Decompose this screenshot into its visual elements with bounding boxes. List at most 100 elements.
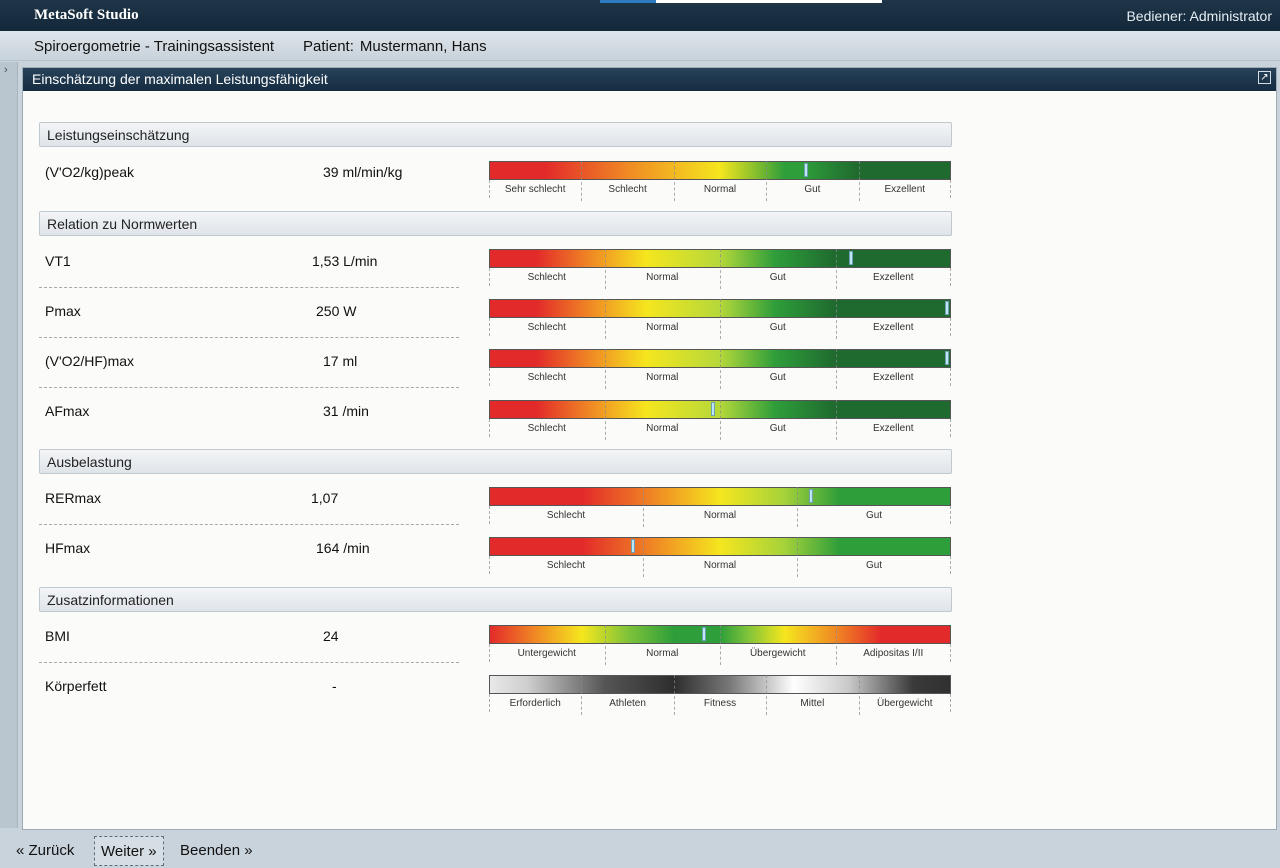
gauge-segment-label: Normal [703, 184, 737, 195]
gauge-segment-label: Sehr schlecht [504, 184, 566, 195]
gauge-divider [489, 368, 490, 386]
rating-gauge: Erforderlich Athleten Fitness Mittel Übergew… [489, 675, 951, 715]
metric-row: (V'O2/kg)peak 39 ml/min/kg [39, 149, 459, 199]
finish-button[interactable]: Beenden » [174, 836, 259, 866]
gauge-segment-label: Normal [646, 648, 679, 659]
title-accent-light [656, 0, 882, 3]
gauge-segment-label: Fitness [703, 698, 737, 709]
gauge-divider [766, 161, 768, 201]
gauge-marker [701, 627, 706, 641]
metric-row: Pmax 250 W [39, 288, 459, 338]
gauge-divider [950, 368, 951, 386]
gauge-divider [950, 419, 951, 437]
gauge-bar [489, 537, 951, 556]
section-ausbelastung: Ausbelastung [39, 449, 952, 474]
gauge-segment-label: Gut [769, 322, 786, 333]
section-leistungseinschaetzung: Leistungseinschätzung [39, 122, 952, 147]
rating-gauge: Schlecht Normal Gut Exzellent [489, 400, 951, 440]
assessment-panel: Einschätzung der maximalen Leistungsfähi… [22, 67, 1277, 830]
gauge-divider [581, 675, 583, 715]
gauge-segment-label: Schlecht [608, 184, 647, 195]
expand-icon[interactable]: ↗ [1258, 71, 1271, 84]
gauge-segment-label: Exzellent [884, 184, 926, 195]
gauge-segment-label: Normal [646, 372, 679, 383]
metric-value: 1,07 [311, 490, 339, 506]
gauge-divider [489, 268, 490, 286]
metric-value: 250 W [316, 303, 357, 319]
gauge-divider [581, 161, 583, 201]
metric-label: (V'O2/kg)peak [45, 164, 135, 180]
gauge-divider [797, 537, 798, 577]
metric-label: Pmax [45, 303, 81, 319]
gauge-segment-label: Schlecht [527, 322, 566, 333]
gauge-segment-label: Normal [646, 272, 679, 283]
rating-gauge: Sehr schlecht Schlecht Normal Gut Exzellent [489, 161, 951, 201]
metric-label: RERmax [45, 490, 102, 506]
gauge-divider [835, 299, 837, 339]
gauge-segment-label: Normal [646, 423, 679, 434]
metric-value: 39 ml/min/kg [323, 164, 403, 180]
metric-label: BMI [45, 628, 70, 644]
gauge-segment-label: Schlecht [546, 510, 586, 521]
gauge-segment-label: Gut [769, 423, 786, 434]
gauge-divider [950, 318, 951, 336]
gauge-divider [720, 249, 721, 289]
gauge-divider [489, 644, 490, 662]
gauge-segment-label: Untergewicht [517, 648, 576, 659]
next-button[interactable]: Weiter » [94, 836, 164, 866]
title-accent [600, 0, 656, 3]
gauge-segment-label: Exzellent [872, 272, 914, 283]
section-relation-normwerte: Relation zu Normwerten [39, 211, 952, 236]
chevron-right-icon[interactable]: › [4, 64, 8, 76]
gauge-divider [797, 487, 798, 527]
back-button[interactable]: « Zurück [10, 836, 80, 866]
gauge-divider [835, 249, 837, 289]
patient-label: Patient: [303, 38, 354, 55]
sidebar-toggle[interactable]: › [0, 62, 18, 828]
rating-gauge: Schlecht Normal Gut Exzellent [489, 349, 951, 389]
metric-value: 164 /min [316, 540, 370, 556]
panel-header: Einschätzung der maximalen Leistungsfähi… [23, 68, 1276, 91]
gauge-segment-label: Athleten [609, 698, 646, 709]
gauge-segment-label: Adipositas I/II [863, 648, 924, 659]
rating-gauge: Schlecht Normal Gut [489, 537, 951, 577]
gauge-segment-label: Übergewicht [749, 648, 806, 659]
gauge-divider [950, 506, 951, 524]
metric-label: (V'O2/HF)max [45, 353, 135, 369]
gauge-segment-label: Übergewicht [876, 698, 933, 709]
gauge-divider [673, 675, 675, 715]
gauge-divider [489, 318, 490, 336]
wizard-footer: « Zurück Weiter » Beenden » [0, 833, 1280, 868]
gauge-divider [720, 400, 721, 440]
gauge-segment-label: Schlecht [527, 423, 566, 434]
gauge-bar [489, 487, 951, 506]
section-zusatzinformationen: Zusatzinformationen [39, 587, 952, 612]
gauge-divider [858, 675, 860, 715]
gauge-divider [835, 400, 837, 440]
metric-value: 31 /min [323, 403, 369, 419]
metric-row: HFmax 164 /min [39, 525, 459, 575]
rating-gauge: Untergewicht Normal Übergewicht Adipositas … [489, 625, 951, 665]
gauge-segment-label: Schlecht [527, 272, 566, 283]
module-title: Spiroergometrie - Trainingsassistent [34, 38, 275, 55]
gauge-segment-label: Gut [865, 560, 883, 571]
metric-value: 24 [323, 628, 339, 644]
gauge-segment-label: Exzellent [872, 372, 914, 383]
gauge-divider [673, 161, 675, 201]
gauge-divider [835, 349, 837, 389]
rating-gauge: Schlecht Normal Gut Exzellent [489, 249, 951, 289]
gauge-marker [809, 489, 813, 503]
gauge-divider [604, 299, 606, 339]
gauge-segment-label: Normal [646, 322, 679, 333]
metric-value: 1,53 L/min [312, 253, 378, 269]
metric-label: Körperfett [45, 678, 107, 694]
gauge-divider [950, 180, 951, 198]
metric-label: HFmax [45, 540, 91, 556]
gauge-segment-label: Gut [804, 184, 821, 195]
gauge-segment-label: Mittel [800, 698, 825, 709]
patient-info: Patient: Mustermann, Hans [303, 38, 487, 55]
gauge-segment-label: Exzellent [872, 423, 914, 434]
metric-row: BMI 24 [39, 613, 459, 663]
operator-label: Bediener: Administrator [1126, 8, 1272, 24]
gauge-divider [766, 675, 768, 715]
